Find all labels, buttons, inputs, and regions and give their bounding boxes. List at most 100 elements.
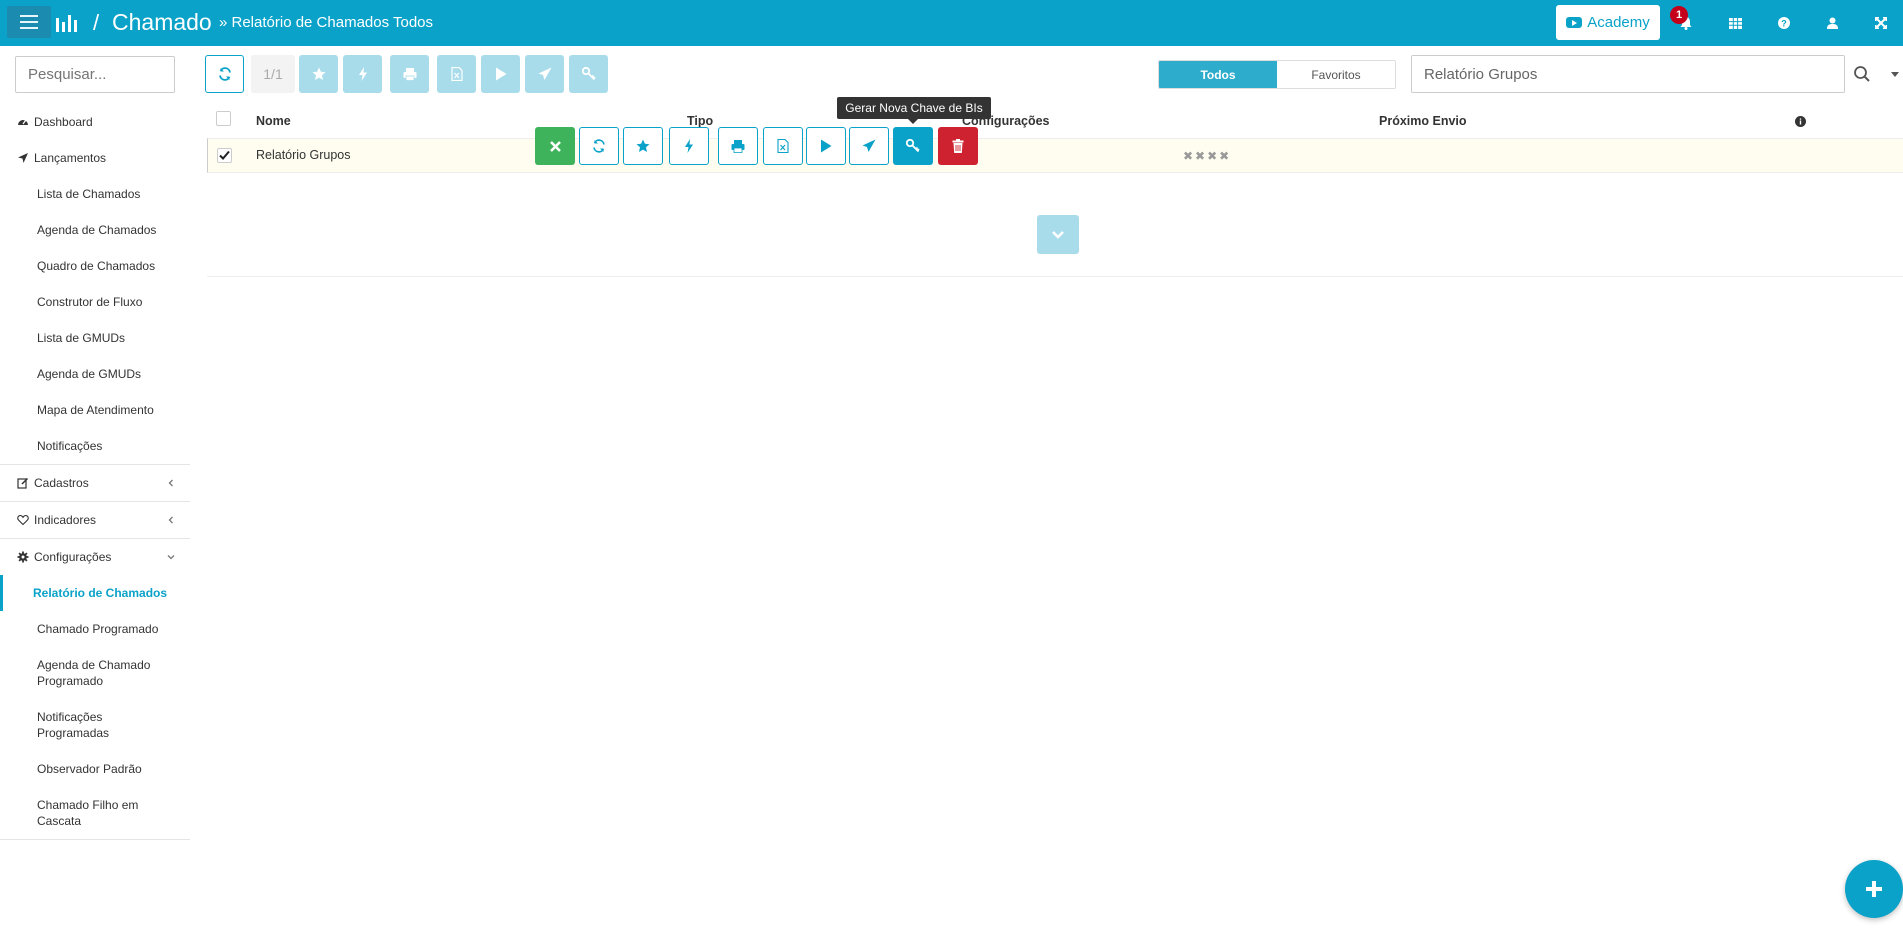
sidebar-item-label: Mapa de Atendimento [37,403,154,417]
favorite-button[interactable] [299,55,338,93]
send-button[interactable] [525,55,564,93]
sidebar-item-dashboard[interactable]: Dashboard [0,104,190,140]
page-indicator: 1/1 [251,55,295,93]
app-title[interactable]: Chamado [112,9,212,36]
row-export-excel-button[interactable] [763,127,803,165]
add-report-button[interactable] [1845,860,1903,918]
chevron-down-icon [1052,230,1064,239]
row-checkbox[interactable] [217,148,232,163]
filter-segment: Todos Favoritos [1158,60,1396,89]
row-config-marks: ✖✖✖✖ [1183,149,1232,163]
sidebar-item-notificacoes[interactable]: Notificações [0,428,190,464]
sidebar-item-construtor-de-fluxo[interactable]: Construtor de Fluxo [0,284,190,320]
generate-bi-key-button[interactable] [893,127,933,165]
sidebar-item-agenda-de-gmuds[interactable]: Agenda de GMUDs [0,356,190,392]
excel-icon [450,67,463,81]
export-excel-button[interactable] [437,55,476,93]
user-icon[interactable] [1821,12,1843,34]
plus-icon [1866,881,1882,897]
sidebar-item-quadro-de-chamados[interactable]: Quadro de Chamados [0,248,190,284]
grid-icon[interactable] [1724,12,1746,34]
column-proximo-envio[interactable]: Próximo Envio [1379,114,1467,128]
top-bar: / Chamado » Relatório de Chamados Todos … [0,0,1903,46]
dashboard-icon [18,120,28,125]
sidebar-item-chamado-filho-em-cascata[interactable]: Chamado Filho em Cascata [0,787,190,839]
table-row[interactable]: Relatório Grupos ✖✖✖✖ [207,138,1903,173]
send-icon [538,67,551,80]
print-button[interactable] [390,55,429,93]
refresh-icon [593,139,605,153]
sidebar-item-mapa-de-atendimento[interactable]: Mapa de Atendimento [0,392,190,428]
row-favorite-button[interactable] [623,127,663,165]
sidebar-item-indicadores[interactable]: Indicadores [0,502,190,538]
sidebar-item-label: Lançamentos [34,151,107,165]
sidebar-item-relatorio-de-chamados[interactable]: Relatório de Chamados [0,575,190,611]
row-print-button[interactable] [718,127,758,165]
refresh-button[interactable] [205,55,244,93]
select-all-checkbox[interactable] [216,111,231,126]
chart-bars-icon[interactable] [55,12,81,32]
tab-favoritos[interactable]: Favoritos [1277,61,1395,88]
chevron-left-icon [168,516,173,524]
print-icon [731,140,745,153]
refresh-icon [218,67,231,81]
print-icon [403,68,416,81]
sidebar-item-label: Agenda de Chamados [37,223,157,237]
sidebar-item-lista-de-chamados[interactable]: Lista de Chamados [0,176,190,212]
checkmark-icon [219,150,230,160]
sidebar-item-label: Observador Padrão [37,762,142,776]
report-search-input[interactable] [1411,55,1845,93]
sidebar-divider [0,839,190,840]
info-icon[interactable] [1795,116,1806,127]
sidebar-item-label: Lista de GMUDs [37,331,126,345]
help-icon[interactable]: ? [1773,12,1795,34]
sidebar-item-agenda-de-chamado-programado[interactable]: Agenda de Chamado Programado [0,647,190,699]
sidebar-search-input[interactable] [15,56,175,93]
sidebar-item-label: Chamado Programado [37,622,159,636]
sidebar-item-label: Chamado Filho em Cascata [37,798,139,828]
row-name: Relatório Grupos [256,148,351,162]
sidebar: Dashboard Lançamentos Lista de Chamados … [0,46,190,937]
gear-icon [17,551,29,563]
key-icon [906,139,920,153]
send-icon [862,139,876,152]
sidebar-item-observador-padrao[interactable]: Observador Padrão [0,751,190,787]
sidebar-item-configuracoes[interactable]: Configurações [0,539,190,575]
lightning-icon [358,67,367,81]
sidebar-item-label: Construtor de Fluxo [37,295,143,309]
trash-icon [952,139,964,153]
key-button[interactable] [569,55,608,93]
close-actions-button[interactable] [535,127,575,165]
heart-icon [17,514,29,526]
close-icon [549,140,561,152]
sidebar-item-notificacoes-programadas[interactable]: Notificações Programadas [0,699,190,751]
column-tipo[interactable]: Tipo [687,114,713,128]
sidebar-item-lista-de-gmuds[interactable]: Lista de GMUDs [0,320,190,356]
menu-icon[interactable] [7,6,51,38]
column-nome[interactable]: Nome [256,114,291,128]
sidebar-item-lancamentos[interactable]: Lançamentos [0,140,190,176]
load-more-button[interactable] [1037,215,1079,254]
row-action-button[interactable] [669,127,709,165]
tab-todos[interactable]: Todos [1159,61,1277,88]
sidebar-item-agenda-de-chamados[interactable]: Agenda de Chamados [0,212,190,248]
academy-button[interactable]: Academy [1556,5,1660,40]
lightning-icon [685,139,693,153]
sidebar-item-chamado-programado[interactable]: Chamado Programado [0,611,190,647]
tooltip: Gerar Nova Chave de BIs [837,97,991,124]
search-icon[interactable] [1853,65,1871,83]
fullscreen-icon[interactable] [1870,12,1892,34]
delete-button[interactable] [938,127,978,165]
excel-icon [777,139,789,153]
search-options-caret[interactable] [1891,72,1899,77]
star-icon [636,139,650,152]
action-button[interactable] [343,55,382,93]
row-send-button[interactable] [849,127,889,165]
chevron-down-icon [167,555,175,560]
sidebar-item-cadastros[interactable]: Cadastros [0,465,190,501]
star-icon [312,67,325,80]
run-button[interactable] [481,55,520,93]
sidebar-item-label: Agenda de GMUDs [37,367,142,381]
row-refresh-button[interactable] [579,127,619,165]
row-run-button[interactable] [806,127,846,165]
